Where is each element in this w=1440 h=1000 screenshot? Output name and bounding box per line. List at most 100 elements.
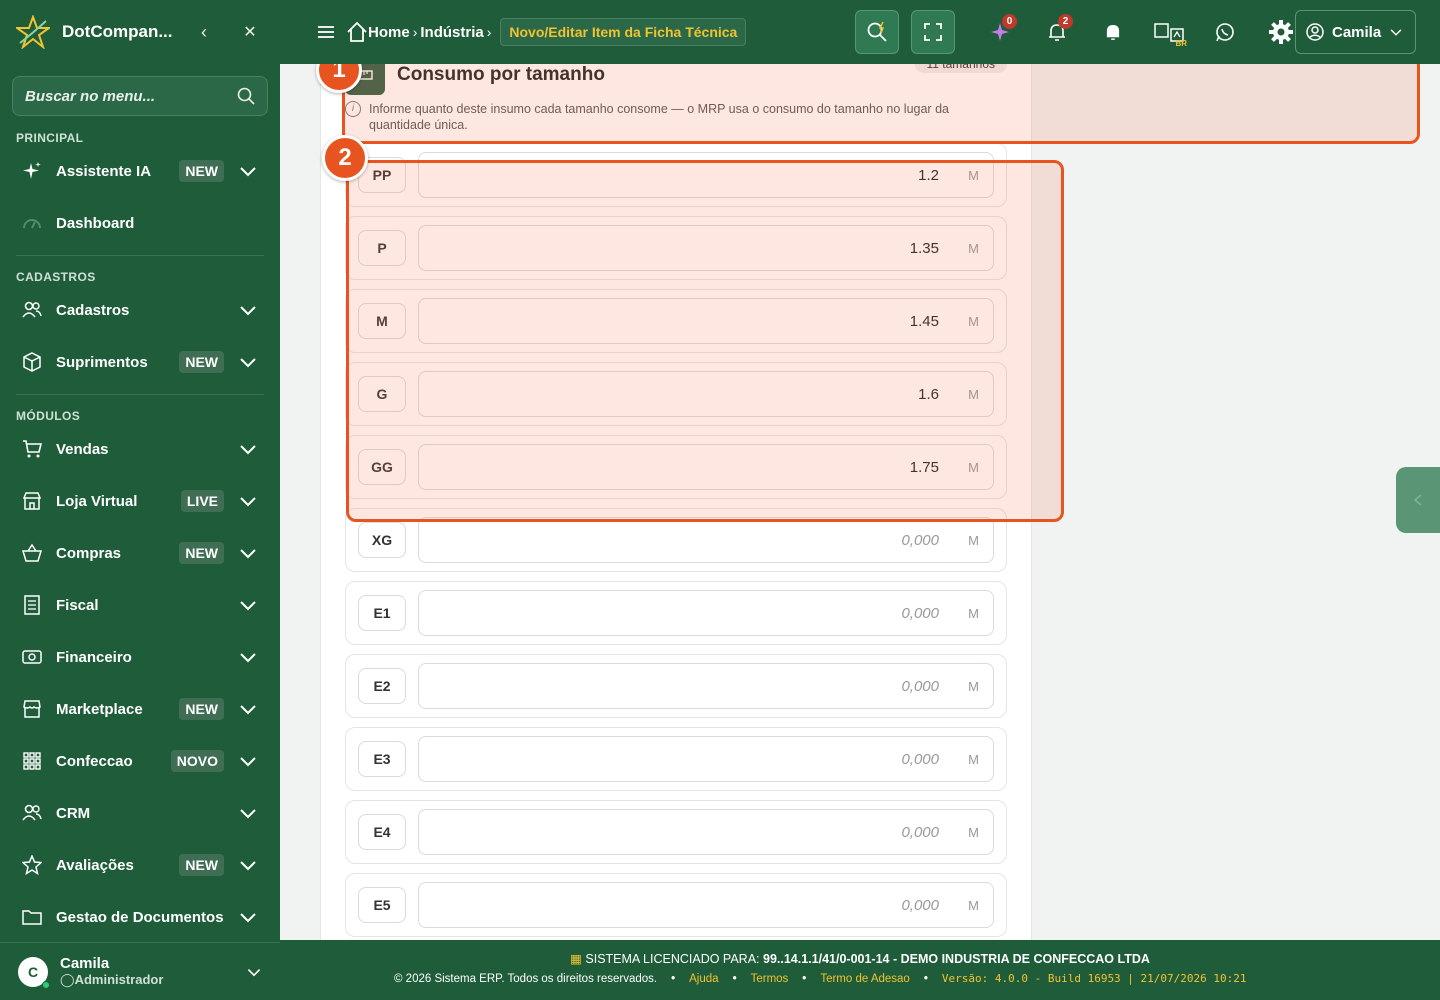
divider	[16, 255, 264, 256]
license-line: ▦ SISTEMA LICENCIADO PARA: 99..14.1.1/41…	[280, 951, 1440, 966]
consumption-field: M	[418, 882, 994, 928]
sidebar-item-financeiro[interactable]: Financeiro	[0, 631, 280, 683]
license-label: SISTEMA LICENCIADO PARA:	[585, 952, 760, 966]
notifications-button[interactable]: 2	[1035, 10, 1079, 54]
adhesion-terms-link[interactable]: Termo de Adesao	[820, 973, 910, 985]
unit-label: M	[968, 532, 979, 548]
consumption-field: M	[418, 590, 994, 636]
language-button[interactable]: BR	[1147, 10, 1191, 54]
consumption-input[interactable]	[429, 750, 939, 768]
size-row-e2: E2 M	[345, 654, 1007, 718]
chevron-down-icon[interactable]	[238, 300, 258, 320]
consumption-input[interactable]	[429, 896, 939, 914]
section-modulos: MÓDULOS	[16, 409, 81, 423]
consumption-input[interactable]	[429, 677, 939, 695]
sidebar-header: DotCompan... ‹ ✕	[0, 0, 280, 64]
consumption-input[interactable]	[429, 823, 939, 841]
chevron-down-icon[interactable]	[238, 751, 258, 771]
expand-icon	[924, 23, 942, 41]
brand-name: DotCompan...	[62, 22, 173, 41]
chevron-down-icon[interactable]	[238, 803, 258, 823]
whatsapp-button[interactable]	[1203, 10, 1247, 54]
sidebar-item-cadastros[interactable]: Cadastros	[0, 284, 280, 336]
home-icon[interactable]	[346, 21, 368, 43]
quick-search-button[interactable]	[855, 10, 899, 54]
chevron-down-icon[interactable]	[238, 647, 258, 667]
size-row-e4: E4 M	[345, 800, 1007, 864]
chevron-down-icon[interactable]	[238, 855, 258, 875]
chevron-down-icon[interactable]	[238, 352, 258, 372]
sidebar-item-suprimentos[interactable]: Suprimentos NEW	[0, 336, 280, 388]
sparkle-icon	[22, 161, 42, 181]
size-label: E4	[358, 814, 406, 850]
sidebar-user[interactable]: C Camila ◯Administrador	[0, 942, 280, 1000]
breadcrumb-home[interactable]: Home	[368, 24, 410, 41]
sidebar-item-label: Cadastros	[56, 301, 130, 319]
chevron-down-icon[interactable]	[238, 161, 258, 181]
footer-links: © 2026 Sistema ERP. Todos os direitos re…	[394, 972, 1247, 985]
unit-label: M	[968, 824, 979, 840]
new-badge: NEW	[179, 854, 224, 876]
sidebar-item-documentos[interactable]: Gestao de Documentos	[0, 891, 280, 943]
search-icon[interactable]	[237, 87, 255, 105]
chevron-down-icon[interactable]	[238, 699, 258, 719]
chevron-down-icon[interactable]	[238, 543, 258, 563]
sidebar-item-label: Loja Virtual	[56, 492, 138, 510]
new-badge: NEW	[179, 542, 224, 564]
consumption-input[interactable]	[429, 604, 939, 622]
size-row-e5: E5 M	[345, 873, 1007, 937]
menu-search-input[interactable]	[25, 87, 237, 105]
consumption-field: M	[418, 663, 994, 709]
sidebar-item-marketplace[interactable]: Marketplace NEW	[0, 683, 280, 735]
user-menu-button[interactable]: Camila	[1295, 10, 1416, 54]
sidebar-item-compras[interactable]: Compras NEW	[0, 527, 280, 579]
ai-button[interactable]: 0	[979, 10, 1023, 54]
online-status-dot	[42, 980, 50, 989]
alerts-button[interactable]	[1091, 10, 1135, 54]
user-circle-icon	[1306, 23, 1324, 41]
search-bolt-icon	[867, 21, 887, 42]
chevron-down-icon[interactable]	[238, 439, 258, 459]
sidebar-item-crm[interactable]: CRM	[0, 787, 280, 839]
gauge-icon	[22, 213, 42, 233]
sidebar: DotCompan... ‹ ✕ PRINCIPAL Assistente IA…	[0, 0, 280, 1000]
chevron-down-icon[interactable]	[246, 964, 262, 980]
sidebar-item-confeccao[interactable]: Confeccao NOVO	[0, 735, 280, 787]
terms-link[interactable]: Termos	[751, 973, 789, 985]
annotation-highlight-header	[342, 64, 1420, 144]
chevron-down-icon[interactable]	[238, 595, 258, 615]
sidebar-item-loja[interactable]: Loja Virtual LIVE	[0, 475, 280, 527]
hamburger-menu-icon[interactable]	[316, 24, 336, 40]
grid-icon	[22, 751, 42, 771]
fullscreen-button[interactable]	[911, 10, 955, 54]
basket-icon	[22, 543, 42, 563]
sidebar-item-label: Vendas	[56, 440, 109, 458]
star-icon	[22, 855, 42, 875]
unit-label: M	[968, 751, 979, 767]
cart-icon	[22, 439, 42, 459]
sidebar-item-label: Suprimentos	[56, 353, 148, 371]
sidebar-item-assistente[interactable]: Assistente IA NEW	[0, 145, 280, 197]
sidebar-item-vendas[interactable]: Vendas	[0, 423, 280, 475]
breadcrumb-industria[interactable]: Indústria	[420, 24, 483, 41]
collapse-sidebar-icon[interactable]: ‹	[190, 22, 218, 43]
bell-filled-icon	[1106, 24, 1120, 40]
chevron-down-icon[interactable]	[238, 907, 258, 927]
chevron-left-icon	[1413, 494, 1422, 506]
sidebar-item-label: Dashboard	[56, 214, 135, 232]
section-cadastros: CADASTROS	[16, 270, 96, 284]
breadcrumb-current-page: Novo/Editar Item da Ficha Técnica	[500, 18, 747, 46]
side-panel-tab[interactable]	[1396, 467, 1440, 533]
sidebar-item-label: Financeiro	[56, 648, 132, 666]
sidebar-item-label: CRM	[56, 804, 91, 822]
notification-count-badge: 2	[1058, 14, 1073, 29]
close-sidebar-icon[interactable]: ✕	[236, 22, 264, 42]
sidebar-item-avaliacoes[interactable]: Avaliações NEW	[0, 839, 280, 891]
user-menu-name: Camila	[1332, 23, 1382, 41]
help-link[interactable]: Ajuda	[689, 973, 718, 985]
chevron-down-icon[interactable]	[238, 491, 258, 511]
sidebar-item-dashboard[interactable]: Dashboard	[0, 197, 280, 249]
consumption-input[interactable]	[429, 531, 939, 549]
box-icon	[22, 352, 42, 372]
sidebar-item-fiscal[interactable]: Fiscal	[0, 579, 280, 631]
